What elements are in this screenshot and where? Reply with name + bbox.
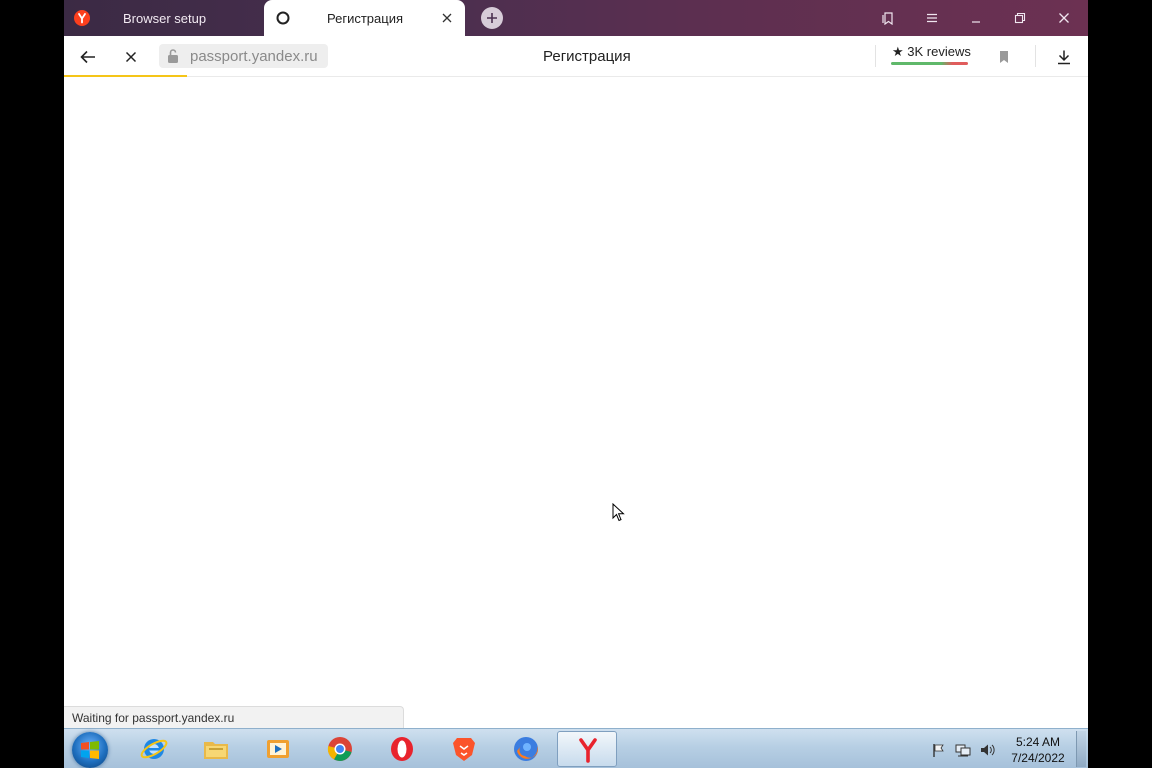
downloads-button[interactable] — [1053, 46, 1075, 68]
system-clock[interactable]: 5:24 AM 7/24/2022 — [1003, 734, 1073, 766]
status-bar: Waiting for passport.yandex.ru — [64, 706, 404, 728]
yandex-browser-icon — [579, 738, 597, 763]
navigation-toolbar: passport.yandex.ru Регистрация ★ 3K revi… — [64, 36, 1088, 78]
tab-registration[interactable]: Регистрация — [264, 0, 465, 36]
tab-title: Регистрация — [327, 11, 403, 26]
yandex-icon — [74, 10, 90, 26]
close-window-button[interactable] — [1054, 8, 1074, 28]
windows-logo-icon — [81, 741, 99, 759]
cursor-arrow-icon — [612, 502, 625, 522]
start-button[interactable] — [72, 732, 108, 768]
stop-loading-button[interactable] — [120, 46, 142, 68]
plus-icon — [487, 13, 497, 23]
hamburger-icon — [927, 13, 937, 23]
loading-circle-icon — [275, 10, 291, 26]
bookmark-button[interactable] — [993, 46, 1015, 68]
divider — [1035, 45, 1036, 67]
bookmarks-panel-icon — [882, 12, 893, 25]
internet-explorer-icon — [140, 739, 168, 759]
status-text: Waiting for passport.yandex.ru — [72, 711, 235, 725]
tab-strip: Browser setup Регистрация — [64, 0, 1088, 36]
close-icon — [1059, 13, 1069, 23]
close-tab-icon[interactable] — [440, 11, 454, 25]
taskbar-file-explorer[interactable] — [188, 731, 244, 767]
taskbar-firefox[interactable] — [498, 731, 554, 767]
menu-button[interactable] — [922, 8, 942, 28]
download-icon — [1058, 50, 1070, 65]
restore-button[interactable] — [1010, 8, 1030, 28]
collections-button[interactable] — [878, 8, 898, 28]
clock-time: 5:24 AM — [1015, 735, 1061, 749]
page-title: Регистрация — [543, 48, 631, 65]
tab-browser-setup[interactable]: Browser setup — [64, 0, 264, 36]
reviews-button[interactable]: ★ 3K reviews — [891, 43, 971, 65]
show-desktop-button[interactable] — [1076, 731, 1086, 767]
network-icon[interactable] — [955, 742, 971, 758]
clock-date: 7/24/2022 — [1011, 751, 1065, 765]
address-bar[interactable]: passport.yandex.ru — [159, 44, 328, 68]
volume-icon[interactable] — [979, 742, 995, 758]
folder-icon — [204, 742, 228, 759]
opera-icon — [391, 737, 413, 761]
lock-icon[interactable] — [166, 48, 180, 64]
restore-icon — [1014, 12, 1026, 24]
page-content: Waiting for passport.yandex.ru — [64, 77, 1088, 728]
taskbar-internet-explorer[interactable] — [126, 731, 182, 767]
reviews-rating-bar — [891, 62, 968, 65]
action-center-flag-icon[interactable] — [931, 742, 947, 758]
taskbar-yandex-browser[interactable] — [557, 731, 617, 767]
taskbar-brave[interactable] — [436, 731, 492, 767]
back-button[interactable] — [77, 46, 99, 68]
back-arrow-icon — [80, 50, 95, 64]
taskbar-opera[interactable] — [374, 731, 430, 767]
divider — [875, 45, 876, 67]
chrome-icon — [327, 737, 352, 761]
browser-window: Browser setup Регистрация passport.yande… — [64, 0, 1088, 728]
bookmark-icon — [1000, 51, 1008, 63]
brave-lion-icon — [453, 738, 475, 761]
mouse-cursor — [612, 502, 626, 523]
minimize-icon — [972, 21, 980, 23]
firefox-icon — [514, 737, 538, 761]
reviews-label: ★ 3K reviews — [892, 44, 971, 59]
new-tab-button[interactable] — [481, 7, 503, 29]
taskbar-chrome[interactable] — [312, 731, 368, 767]
tab-title: Browser setup — [123, 11, 207, 26]
url-text: passport.yandex.ru — [190, 48, 318, 65]
media-player-icon — [267, 740, 289, 758]
stop-icon — [125, 51, 137, 63]
taskbar-media-player[interactable] — [250, 731, 306, 767]
minimize-button[interactable] — [966, 8, 986, 28]
taskbar: 5:24 AM 7/24/2022 — [64, 728, 1088, 768]
